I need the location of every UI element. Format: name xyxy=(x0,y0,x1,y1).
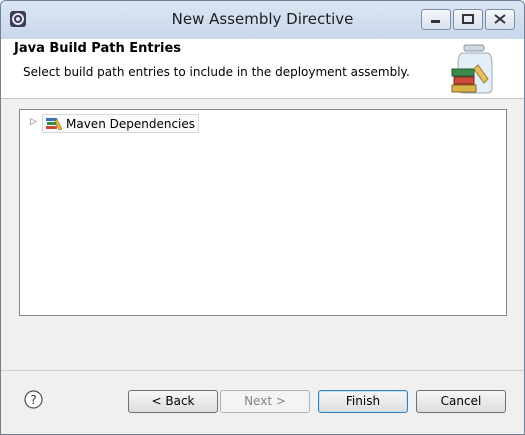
maximize-icon xyxy=(462,14,474,24)
tree-item-label: Maven Dependencies xyxy=(66,116,196,131)
back-button[interactable]: < Back xyxy=(128,390,218,413)
library-icon xyxy=(46,117,63,130)
next-button[interactable]: Next > xyxy=(220,390,310,413)
title-bar[interactable]: New Assembly Directive xyxy=(1,1,524,39)
page-title: Java Build Path Entries xyxy=(14,41,182,56)
svg-text:?: ? xyxy=(30,393,36,407)
minimize-icon xyxy=(431,20,440,23)
tree-node[interactable]: Maven Dependencies xyxy=(42,114,200,133)
wizard-footer: ? < Back Next > Finish Cancel xyxy=(1,371,524,434)
build-path-tree[interactable]: ▷ Maven Dependencies xyxy=(19,109,507,316)
expand-arrow-icon[interactable]: ▷ xyxy=(30,117,37,127)
help-icon[interactable]: ? xyxy=(24,390,43,409)
cancel-button[interactable]: Cancel xyxy=(416,390,506,413)
close-button[interactable] xyxy=(485,9,515,30)
minimize-button[interactable] xyxy=(421,9,451,30)
wizard-content: ▷ Maven Dependencies xyxy=(1,99,524,369)
jar-library-icon xyxy=(451,44,493,94)
maximize-button[interactable] xyxy=(453,9,483,30)
page-description: Select build path entries to include in … xyxy=(23,65,410,79)
dialog-window: New Assembly Directive Java Build Path E… xyxy=(0,0,525,435)
wizard-header: Java Build Path Entries Select build pat… xyxy=(1,39,524,99)
close-icon xyxy=(494,14,506,24)
finish-button[interactable]: Finish xyxy=(318,390,408,413)
